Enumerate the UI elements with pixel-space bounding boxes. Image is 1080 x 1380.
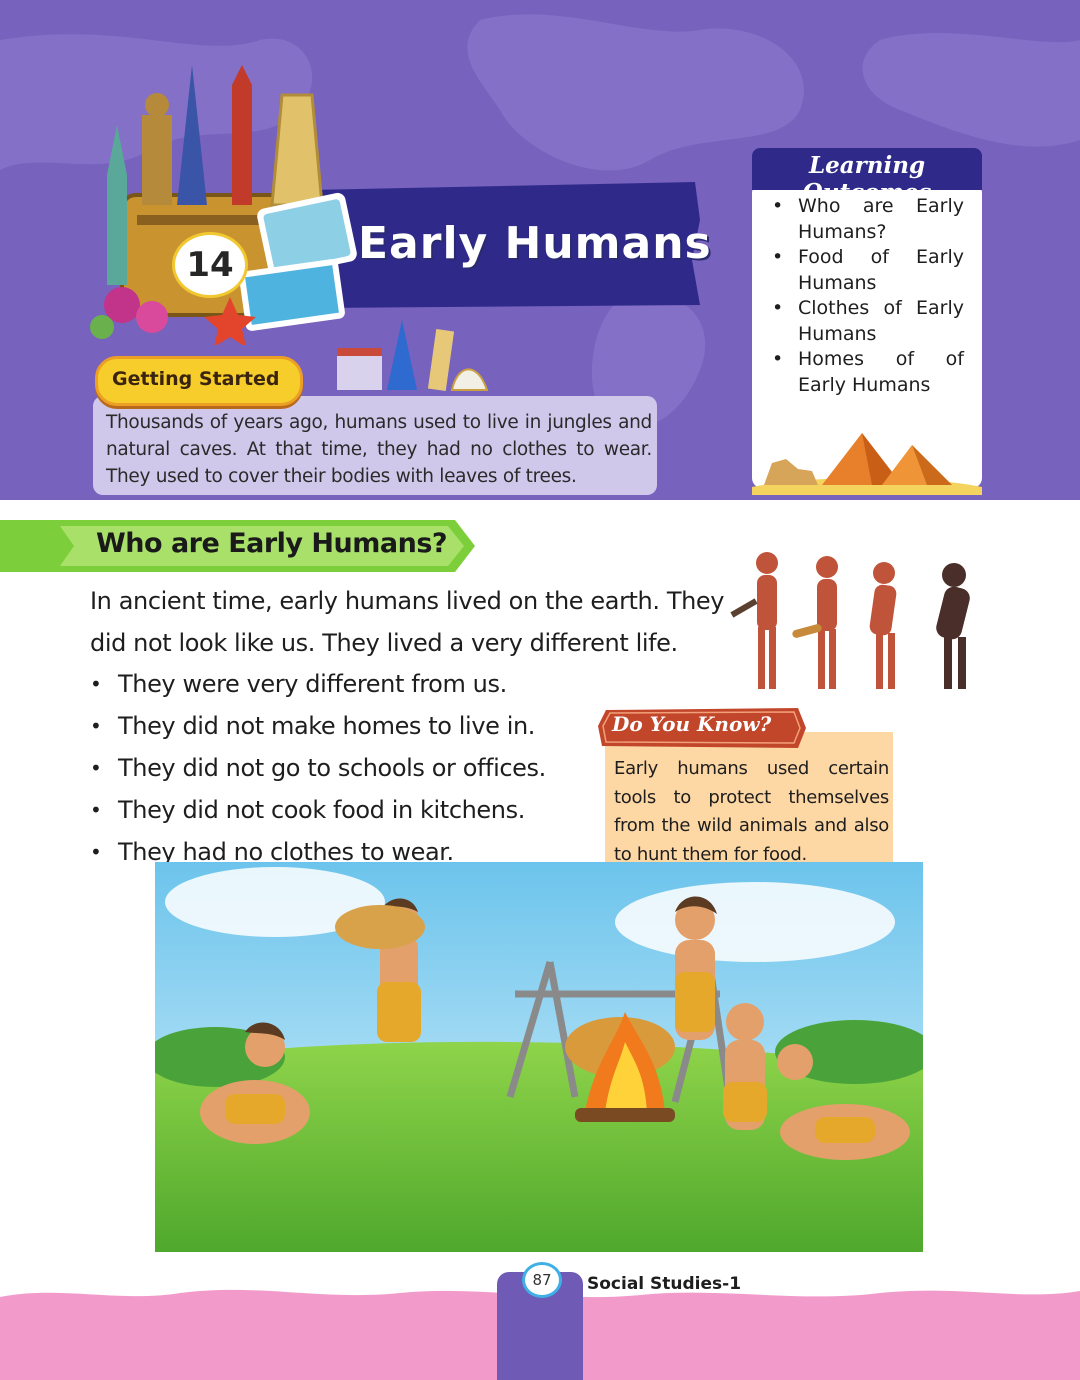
fact-item: They did not make homes to live in.: [90, 705, 546, 747]
fact-item: They were very different from us.: [90, 663, 546, 705]
chapter-number-badge: 14: [172, 232, 248, 298]
section-title: Who are Early Humans?: [96, 528, 448, 559]
section-intro: In ancient time, early humans lived on t…: [90, 587, 725, 657]
learning-outcomes-list: Who are EarlyHumans? Food of EarlyHumans…: [772, 194, 964, 398]
small-landmarks-icon: [337, 320, 489, 391]
do-you-know-title: Do You Know?: [612, 712, 772, 736]
getting-started-text: Thousands of years ago, humans used to l…: [106, 412, 652, 487]
human-evolution-icon: [730, 552, 970, 689]
page-number: 87: [522, 1262, 562, 1298]
landmarks-icon: [90, 65, 357, 345]
early-humans-scene-image: [155, 862, 923, 1252]
learning-outcome-item: Clothes of EarlyHumans: [772, 296, 964, 347]
fact-item: They did not go to schools or offices.: [90, 747, 546, 789]
book-title: Social Studies-1: [587, 1274, 742, 1294]
do-you-know-text: Early humans used certain tools to prote…: [614, 758, 889, 865]
chapter-title: Early Humans: [358, 218, 712, 269]
learning-outcome-item: Food of EarlyHumans: [772, 245, 964, 296]
getting-started-label: Getting Started: [112, 368, 280, 390]
learning-outcome-item: Who are EarlyHumans?: [772, 194, 964, 245]
learning-outcome-item: Homes of ofEarly Humans: [772, 347, 964, 398]
pyramids-icon: [752, 433, 982, 495]
facts-list: They were very different from us. They d…: [90, 663, 546, 873]
fact-item: They did not cook food in kitchens.: [90, 789, 546, 831]
